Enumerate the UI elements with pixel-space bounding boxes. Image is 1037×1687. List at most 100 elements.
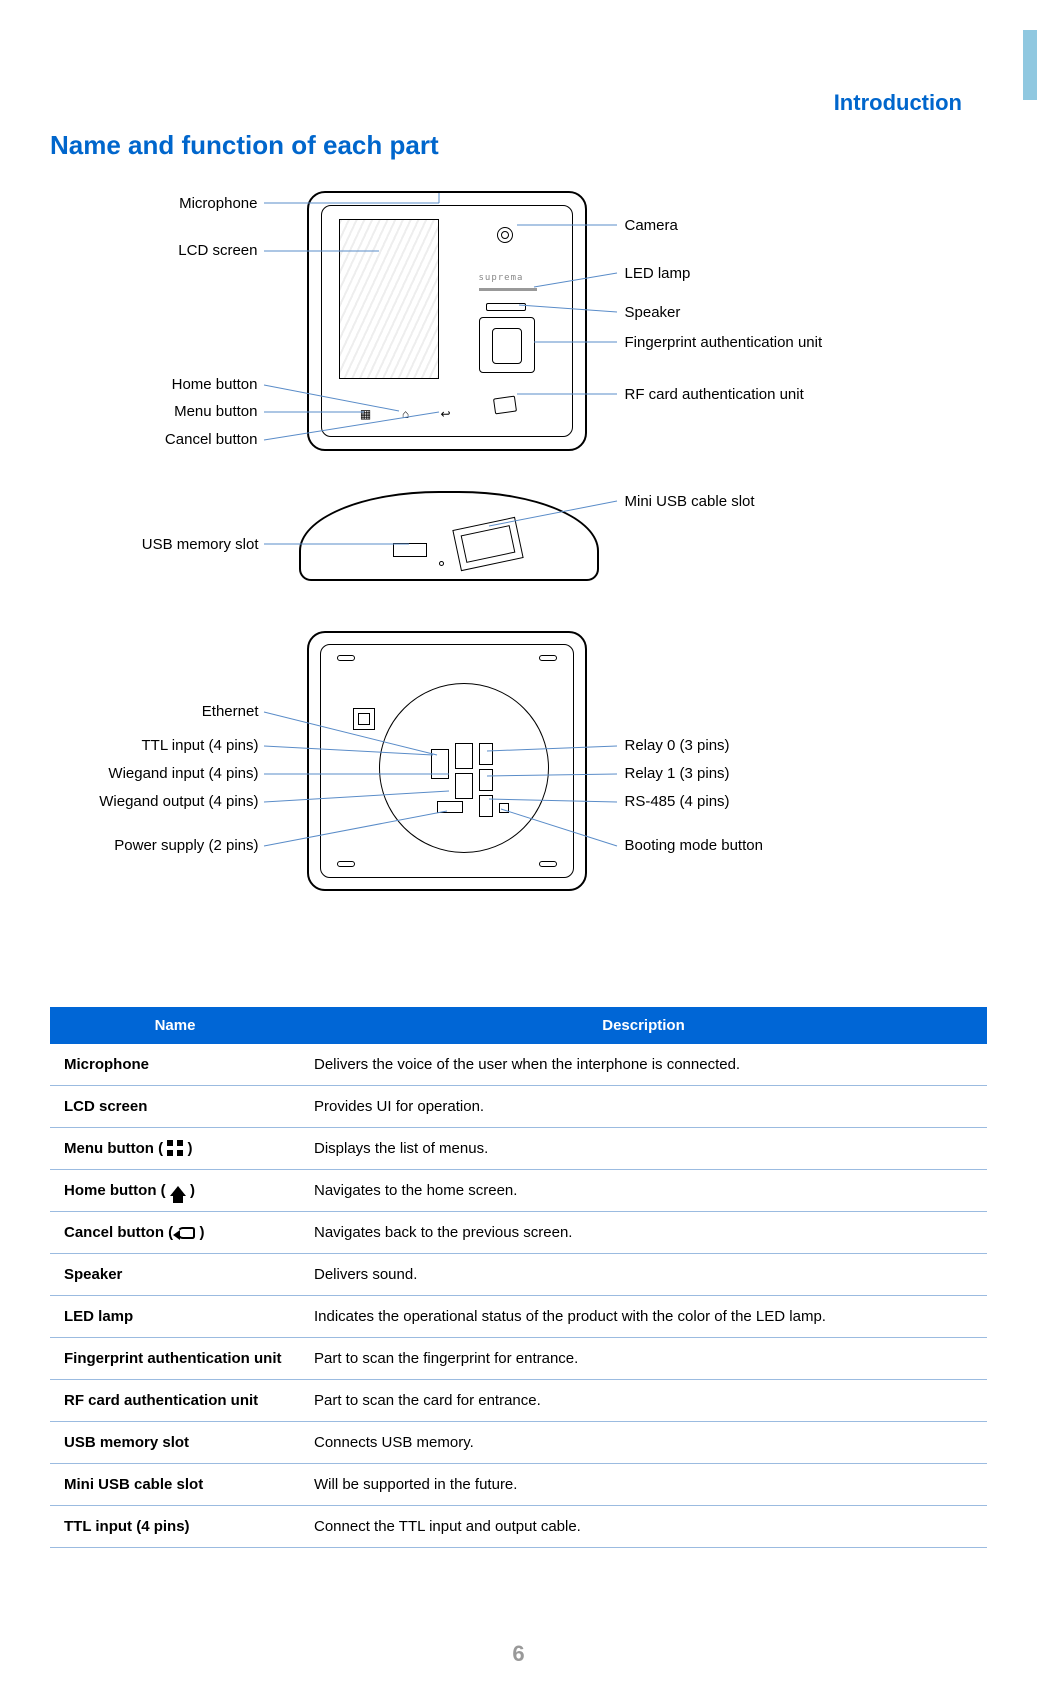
label-ttl-input: TTL input (4 pins) [69,737,259,754]
mount-slot-icon [337,655,355,661]
parts-table: Name Description MicrophoneDelivers the … [50,1007,987,1548]
menu-button-icon: ▦ [359,407,373,421]
screw-icon [439,561,444,566]
cell-description: Displays the list of menus. [300,1128,987,1170]
section-title: Name and function of each part [50,130,987,161]
parts-diagram: suprema ▦ ⌂ ↩ [69,181,969,1001]
table-row: Menu button ( )Displays the list of menu… [50,1128,987,1170]
cell-name: Microphone [50,1044,300,1086]
cell-description: Delivers sound. [300,1254,987,1296]
cell-description: Connect the TTL input and output cable. [300,1506,987,1548]
cancel-button-icon: ↩ [439,407,453,421]
brand-logo: suprema [479,273,524,283]
mini-usb-flap-icon [452,517,523,571]
table-row: Fingerprint authentication unitPart to s… [50,1338,987,1380]
home-icon [170,1186,186,1196]
label-booting: Booting mode button [625,837,763,854]
table-row: RF card authentication unitPart to scan … [50,1380,987,1422]
mount-slot-icon [539,655,557,661]
label-usb-memory: USB memory slot [69,536,259,553]
boot-button-icon [499,803,509,813]
connector-icon [455,773,473,799]
connector-icon [431,749,449,779]
led-lamp-icon [479,288,537,291]
label-wiegand-out: Wiegand output (4 pins) [69,793,259,810]
side-tab [1023,30,1037,100]
table-header-row: Name Description [50,1007,987,1044]
page-number: 6 [512,1641,524,1667]
rf-card-icon [492,396,516,415]
col-name: Name [50,1007,300,1044]
cell-name: Home button ( ) [50,1170,300,1212]
speaker-icon [486,303,526,311]
usb-slot-icon [393,543,427,557]
home-button-icon: ⌂ [399,407,413,421]
cell-description: Indicates the operational status of the … [300,1296,987,1338]
mount-slot-icon [539,861,557,867]
table-row: Home button ( )Navigates to the home scr… [50,1170,987,1212]
connector-icon [437,801,463,813]
label-menu: Menu button [93,403,258,420]
cell-description: Provides UI for operation. [300,1086,987,1128]
label-camera: Camera [625,217,678,234]
label-relay0: Relay 0 (3 pins) [625,737,730,754]
label-microphone: Microphone [93,195,258,212]
cell-name: Fingerprint authentication unit [50,1338,300,1380]
cell-description: Navigates back to the previous screen. [300,1212,987,1254]
cell-name: LCD screen [50,1086,300,1128]
label-mini-usb: Mini USB cable slot [625,493,755,510]
cell-name: Menu button ( ) [50,1128,300,1170]
cancel-icon [177,1227,195,1239]
cell-name: TTL input (4 pins) [50,1506,300,1548]
cell-description: Navigates to the home screen. [300,1170,987,1212]
col-description: Description [300,1007,987,1044]
menu-icon [167,1140,183,1156]
chapter-title: Introduction [834,90,962,116]
label-ethernet: Ethernet [69,703,259,720]
label-fingerprint: Fingerprint authentication unit [625,334,823,351]
cell-description: Connects USB memory. [300,1422,987,1464]
table-row: Cancel button ( )Navigates back to the p… [50,1212,987,1254]
device-front-view: suprema ▦ ⌂ ↩ [307,191,587,451]
label-cancel: Cancel button [93,431,258,448]
lcd-screen [339,219,439,379]
table-row: TTL input (4 pins)Connect the TTL input … [50,1506,987,1548]
cell-description: Part to scan the fingerprint for entranc… [300,1338,987,1380]
cell-description: Part to scan the card for entrance. [300,1380,987,1422]
cell-description: Will be supported in the future. [300,1464,987,1506]
camera-icon [497,227,513,243]
cell-description: Delivers the voice of the user when the … [300,1044,987,1086]
table-row: SpeakerDelivers sound. [50,1254,987,1296]
label-lcd: LCD screen [93,242,258,259]
label-power: Power supply (2 pins) [69,837,259,854]
cell-name: Cancel button ( ) [50,1212,300,1254]
table-row: USB memory slotConnects USB memory. [50,1422,987,1464]
cell-name: RF card authentication unit [50,1380,300,1422]
cell-name: LED lamp [50,1296,300,1338]
table-row: MicrophoneDelivers the voice of the user… [50,1044,987,1086]
connector-icon [455,743,473,769]
label-wiegand-in: Wiegand input (4 pins) [69,765,259,782]
label-speaker: Speaker [625,304,681,321]
connector-icon [479,795,493,817]
device-back-view [307,631,587,891]
label-relay1: Relay 1 (3 pins) [625,765,730,782]
connector-cluster [431,743,521,833]
mount-slot-icon [337,861,355,867]
label-rs485: RS-485 (4 pins) [625,793,730,810]
table-row: Mini USB cable slotWill be supported in … [50,1464,987,1506]
ethernet-port-icon [353,708,375,730]
connector-icon [479,769,493,791]
table-row: LCD screenProvides UI for operation. [50,1086,987,1128]
cell-name: Speaker [50,1254,300,1296]
fingerprint-unit-icon [479,317,535,373]
table-row: LED lampIndicates the operational status… [50,1296,987,1338]
label-home: Home button [93,376,258,393]
device-bottom-view [299,491,599,581]
label-led: LED lamp [625,265,691,282]
connector-icon [479,743,493,765]
label-rf: RF card authentication unit [625,386,804,403]
cell-name: USB memory slot [50,1422,300,1464]
button-row: ▦ ⌂ ↩ [359,407,453,421]
cell-name: Mini USB cable slot [50,1464,300,1506]
